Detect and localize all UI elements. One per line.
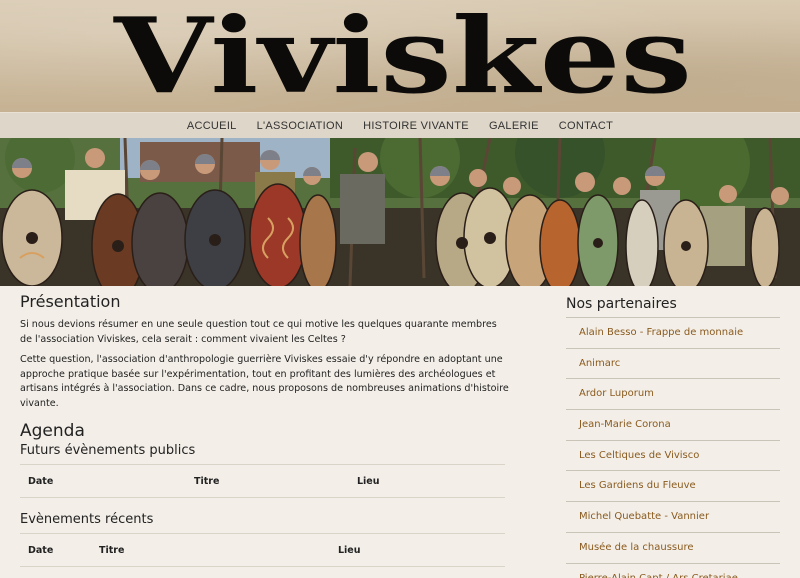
future-col-date: Date [28,475,54,487]
partners-sidebar: Nos partenaires Alain Besso - Frappe de … [566,292,780,578]
nav-item-histoire-vivante[interactable]: HISTOIRE VIVANTE [353,120,479,132]
partner-link[interactable]: Musée de la chaussure [566,533,780,564]
future-events-title: Futurs évènements publics [20,443,196,458]
partner-link[interactable]: Alain Besso - Frappe de monnaie [566,318,780,349]
svg-text:Viviskes: Viviskes [113,4,692,108]
recent-events-table: Date Titre Lieu [20,533,505,567]
partner-link[interactable]: Les Gardiens du Fleuve [566,471,780,503]
partner-link[interactable]: Jean-Marie Corona [566,410,780,441]
partner-link[interactable]: Les Celtiques de Vivisco [566,441,780,472]
recent-col-lieu: Lieu [338,544,361,556]
recent-col-date: Date [28,544,54,556]
recent-col-titre: Titre [99,544,125,556]
future-col-lieu: Lieu [357,475,380,487]
partners-title: Nos partenaires [566,292,780,318]
presentation-paragraph-2: Cette question, l'association d'anthropo… [20,354,509,409]
partner-link[interactable]: Animarc [566,349,780,380]
main-content: Présentation Si nous devions résumer en … [20,292,510,578]
site-header: Viviskes [0,0,800,112]
partner-link[interactable]: Ardor Luporum [566,379,780,411]
nav-item-association[interactable]: L'ASSOCIATION [247,120,353,132]
nav-item-accueil[interactable]: ACCUEIL [177,120,247,132]
future-col-titre: Titre [194,475,220,487]
presentation-title: Présentation [20,292,121,311]
future-events-table: Date Titre Lieu [20,464,505,498]
presentation-paragraph-1: Si nous devions résumer en une seule que… [20,319,497,345]
partner-link[interactable]: Pierre-Alain Capt / Ars Cretariae [566,564,780,578]
main-nav: ACCUEIL L'ASSOCIATION HISTOIRE VIVANTE G… [0,112,800,138]
partner-link[interactable]: Michel Quebatte - Vannier [566,502,780,533]
banner-photo [0,138,800,286]
banner-illustration [0,138,800,286]
agenda-title: Agenda [20,421,85,441]
nav-item-contact[interactable]: CONTACT [549,120,623,132]
recent-events-title: Evènements récents [20,512,154,527]
nav-item-galerie[interactable]: GALERIE [479,120,549,132]
site-logo[interactable]: Viviskes [110,4,700,108]
logo-wordmark: Viviskes [113,4,692,108]
